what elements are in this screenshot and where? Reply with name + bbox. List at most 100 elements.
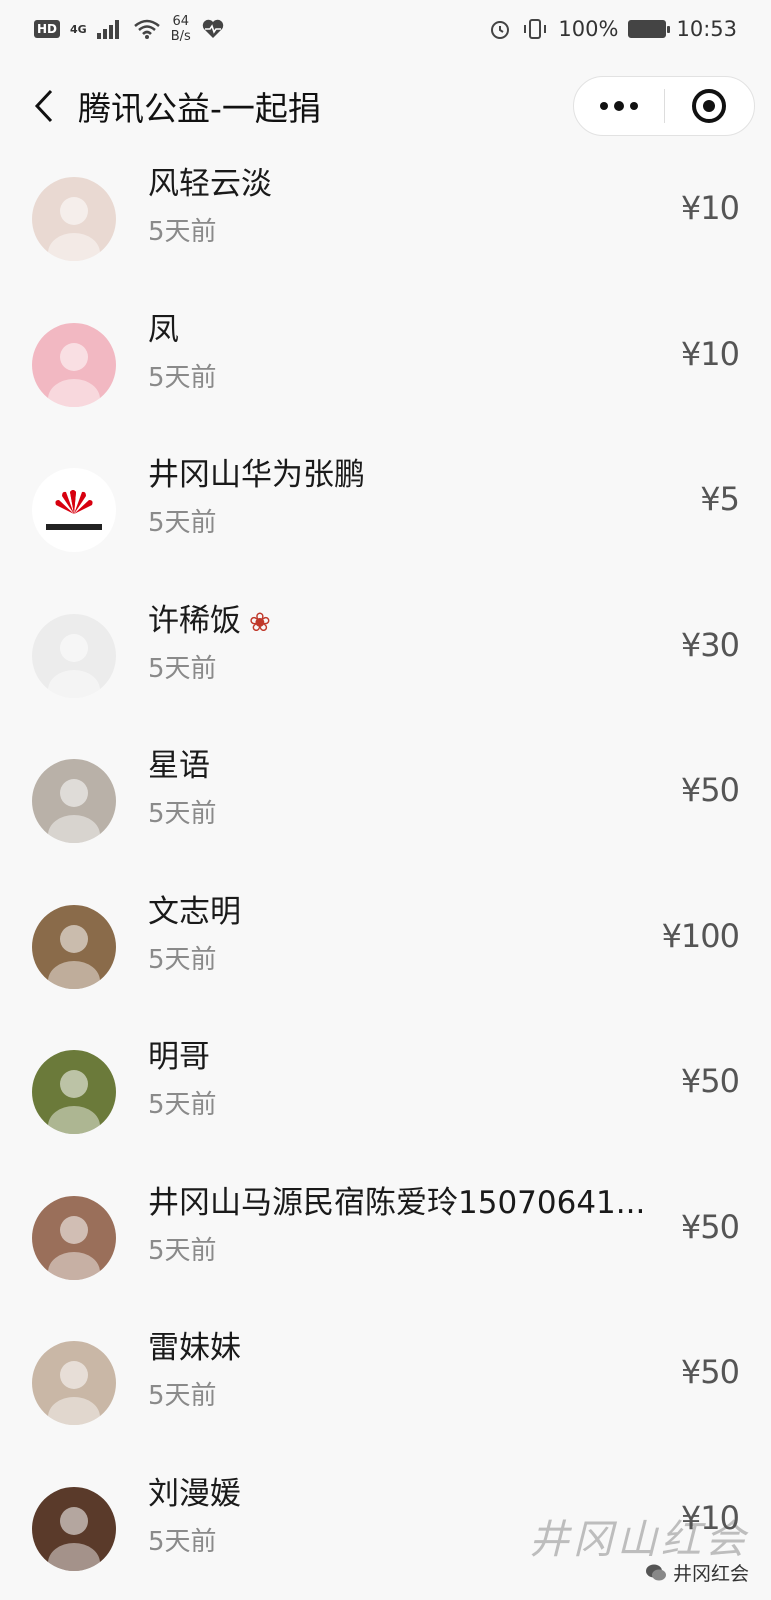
donor-name: 井冈山华为张鹏 [148,454,648,496]
network-type: 4G [70,22,87,36]
donor-name: 井冈山马源民宿陈爱玲15070641... [148,1182,648,1224]
donation-time: 5天前 [148,653,217,684]
donor-avatar [32,904,116,989]
donation-time: 5天前 [148,217,217,247]
mini-program-capsule [573,76,755,136]
wifi-icon [133,19,160,39]
donor-info: 井冈山马源民宿陈爱玲15070641... 5天前 [148,1182,648,1268]
donor-name-text: 文志明 [148,893,241,930]
donation-time: 5天前 [148,1090,217,1120]
watermark: 井冈山红会 井冈红会 [529,1507,749,1586]
person-avatar-icon [48,924,100,989]
donor-info: 许稀饭 ❀ 5天前 [148,600,648,686]
donor-name-text: 雷妹妹 [148,1330,241,1366]
person-avatar-icon [48,1506,100,1571]
donor-name: 许稀饭 ❀ [148,600,648,642]
speed-value: 64 [172,14,190,29]
donation-amount: ¥50 [680,1353,740,1391]
donation-amount: ¥10 [680,334,740,373]
watermark-account: 井冈红会 [672,1563,749,1585]
donation-time: 5天前 [148,508,217,538]
donation-amount: ¥30 [680,625,740,664]
donor-name: 文志明 [148,891,648,933]
donor-avatar [32,759,116,843]
person-avatar-icon [48,197,100,261]
donation-amount: ¥50 [680,1062,740,1100]
donor-avatar [32,1195,116,1280]
nav-bar: 腾讯公益-一起捐 [0,58,771,154]
donor-info: 凤 5天前 [148,309,648,395]
donor-row[interactable]: 凤 5天前 ¥10 [0,291,771,437]
donation-time: 5天前 [148,1235,217,1266]
donor-row[interactable]: 风轻云淡 5天前 ¥10 [0,145,771,291]
close-mini-program-button[interactable] [665,77,755,135]
more-button[interactable] [574,77,664,135]
donation-amount: ¥5 [700,480,740,518]
person-avatar-icon [48,1361,100,1425]
chevron-left-icon [34,89,53,123]
donor-avatar [32,613,116,698]
donor-name-text: 刘漫媛 [148,1475,241,1512]
network-speed: 64 B/s [171,14,191,44]
person-avatar-icon [48,1215,100,1280]
donor-info: 风轻云淡 5天前 [148,163,648,249]
more-dots-icon [599,101,638,111]
donor-row[interactable]: 明哥 5天前 ¥50 [0,1018,771,1164]
alarm-icon [491,21,510,39]
donor-name: 风轻云淡 [148,163,648,205]
donor-name-text: 明哥 [148,1039,210,1075]
hd-badge: HD [34,20,61,38]
donor-row[interactable]: 许稀饭 ❀ 5天前 ¥30 [0,582,771,728]
person-avatar-icon [48,779,100,843]
donation-amount: ¥100 [661,916,740,955]
speed-unit: B/s [170,29,191,44]
donor-name: 雷妹妹 [148,1327,648,1369]
vibrate-icon [524,19,547,39]
person-avatar-icon [48,633,100,698]
watermark-badge: 井冈红会 [645,1559,749,1586]
donor-list: 风轻云淡 5天前 ¥10 凤 5天前 ¥10 井冈山华为张鹏 5天前 ¥5 许稀饭 ❀ 5天前 ¥30 星… [0,145,771,1600]
signal-icon [96,20,119,39]
status-bar: HD 4G 64 B/s 100% 10:53 [0,0,771,58]
donor-avatar [32,1341,116,1425]
donor-avatar [32,322,116,407]
donation-amount: ¥50 [680,771,740,809]
donation-time: 5天前 [148,799,217,829]
donor-name-text: 风轻云淡 [148,166,272,202]
person-avatar-icon [48,1070,100,1134]
donor-avatar [32,1486,116,1571]
donor-avatar [32,1050,116,1134]
donor-name: 星语 [148,745,648,787]
donor-name-text: 许稀饭 [148,602,241,639]
donor-name-text: 井冈山马源民宿陈爱玲15070641... [148,1184,646,1221]
donor-row[interactable]: 井冈山华为张鹏 5天前 ¥5 [0,436,771,582]
donation-time: 5天前 [148,1381,217,1411]
donor-name: 凤 [148,309,648,351]
donation-amount: ¥50 [680,1207,740,1246]
donation-time: 5天前 [148,944,217,975]
donation-time: 5天前 [148,362,217,393]
battery-icon [628,20,671,38]
person-avatar-icon [48,342,100,407]
donor-info: 星语 5天前 [148,745,648,831]
target-icon [692,89,727,123]
donor-row[interactable]: 文志明 5天前 ¥100 [0,873,771,1019]
status-bar-right: 100% 10:53 [488,17,737,41]
huawei-logo-icon [46,490,102,530]
donor-name-text: 星语 [148,748,210,784]
donor-row[interactable]: 雷妹妹 5天前 ¥50 [0,1309,771,1455]
donor-row[interactable]: 星语 5天前 ¥50 [0,727,771,873]
donor-info: 雷妹妹 5天前 [148,1327,648,1413]
back-button[interactable] [26,88,62,124]
donor-name: 明哥 [148,1036,648,1078]
donation-amount: ¥10 [680,189,740,227]
donor-avatar [32,468,116,552]
donor-row[interactable]: 井冈山马源民宿陈爱玲15070641... 5天前 ¥50 [0,1164,771,1310]
donor-name-text: 凤 [148,311,179,348]
paw-emoji-icon: ❀ [249,607,271,638]
heart-rate-icon [202,19,223,38]
watermark-art: 井冈山红会 [529,1517,749,1563]
status-bar-left: HD 4G 64 B/s [34,14,225,44]
page-title: 腾讯公益-一起捐 [78,89,321,128]
wechat-icon [645,1564,666,1580]
